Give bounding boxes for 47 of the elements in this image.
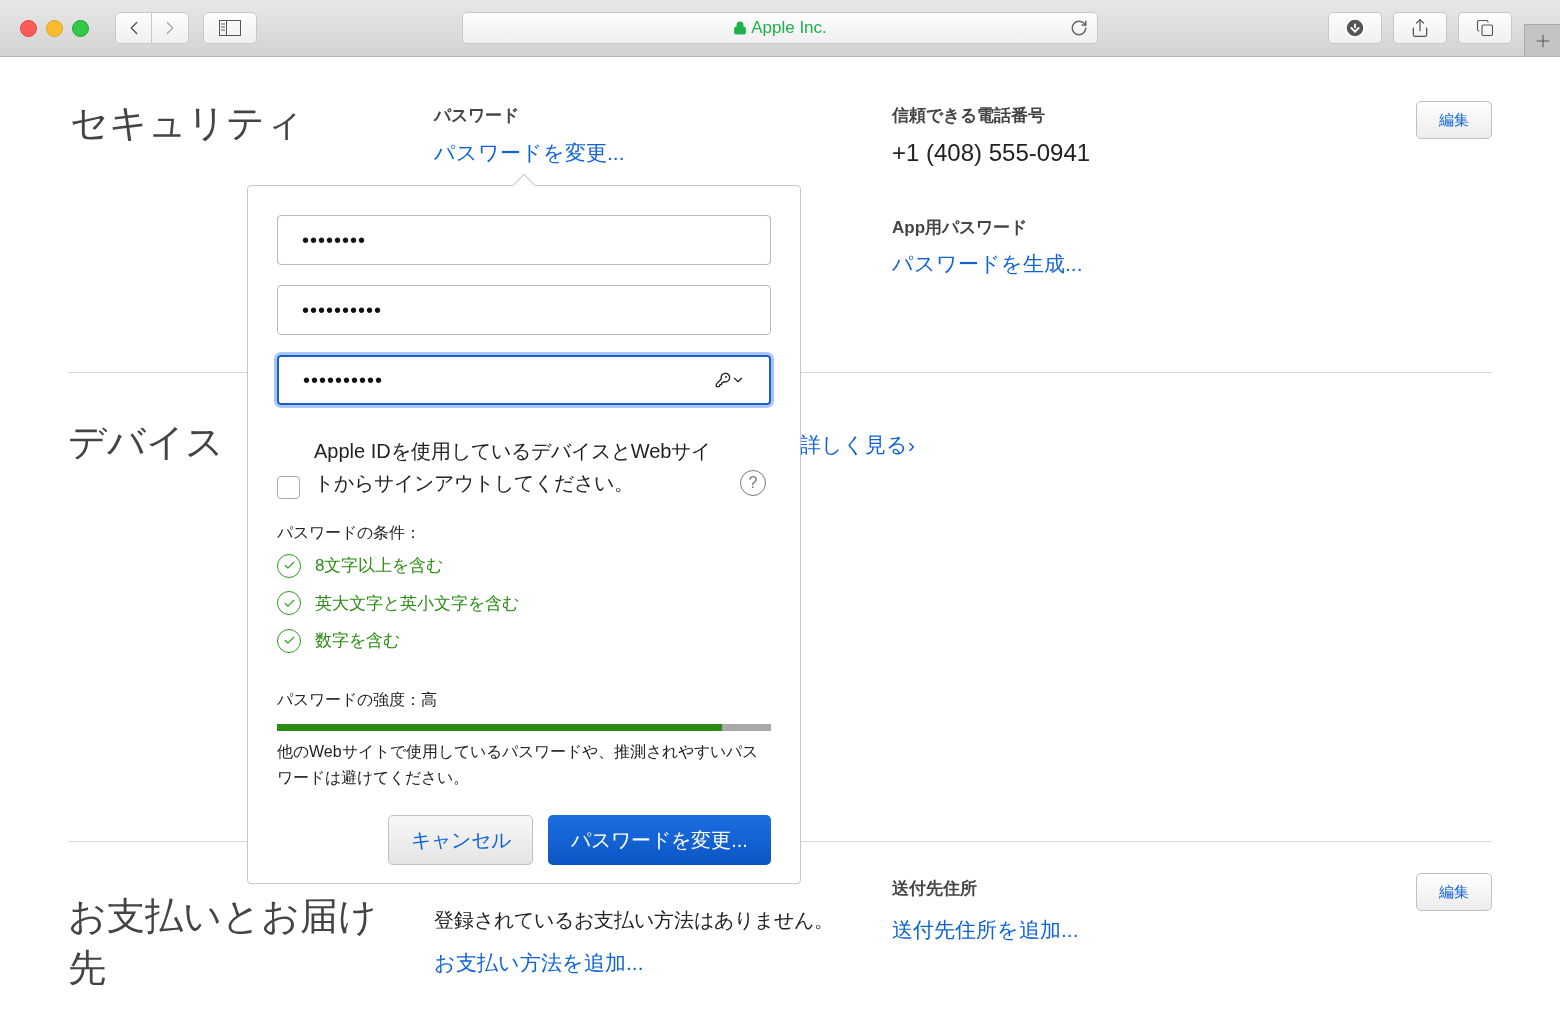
share-button[interactable] — [1393, 12, 1447, 44]
minimize-window-button[interactable] — [46, 19, 63, 37]
tabs-icon — [1476, 19, 1494, 37]
change-password-link[interactable]: パスワードを変更... — [434, 136, 625, 168]
share-icon — [1410, 18, 1430, 38]
requirement-text: 英大文字と英小文字を含む — [315, 592, 519, 615]
section-heading: お支払いとお届け先 — [68, 894, 378, 991]
key-icon[interactable] — [715, 372, 745, 388]
field-label: App用パスワード — [892, 216, 1029, 239]
password-field[interactable]: •••••••••• — [277, 285, 771, 335]
section-heading: デバイス — [68, 420, 224, 465]
advice-text: 他のWebサイトで使用しているパスワードや、推測されやすいパスワードは避けてください。 — [277, 741, 759, 788]
section-heading: セキュリティ — [69, 101, 304, 146]
change-password-button[interactable]: パスワードを変更... — [548, 814, 771, 865]
new-tab-button[interactable] — [1524, 24, 1560, 56]
phone-number: +1 (408) 555-0941 — [892, 137, 1092, 168]
add-payment-link[interactable]: お支払い方法を追加... — [434, 947, 644, 979]
back-button[interactable] — [115, 12, 152, 44]
field-label: 信頼できる電話番号 — [892, 105, 1046, 127]
page-address: Apple Inc. — [751, 17, 827, 40]
forward-button[interactable] — [152, 12, 189, 44]
tabs-button[interactable] — [1458, 12, 1512, 44]
edit-button[interactable]: 編集 — [1416, 873, 1492, 911]
sidebar-button[interactable] — [203, 12, 257, 44]
edit-button[interactable]: 編集 — [1416, 101, 1492, 139]
signout-label: Apple IDを使用しているデバイスとWebサイトからサインアウトしてください。 — [314, 439, 713, 496]
field-label: 送付先住所 — [892, 878, 978, 900]
requirement-text: 数字を含む — [315, 630, 400, 652]
close-window-button[interactable] — [20, 19, 37, 37]
add-address-link[interactable]: 送付先住所を追加... — [892, 913, 1079, 945]
strength-label: パスワードの強度：高 — [277, 689, 438, 710]
password-field[interactable]: •••••••••• — [277, 355, 771, 405]
reload-icon[interactable] — [1070, 19, 1088, 37]
requirement-text: 8文字以上を含む — [315, 555, 444, 577]
sidebar-icon — [219, 20, 241, 36]
learn-more-link[interactable]: 詳しく見る› — [800, 429, 915, 461]
generate-password-link[interactable]: パスワードを生成... — [892, 248, 1083, 280]
requirements-title: パスワードの条件： — [277, 523, 422, 543]
zoom-window-button[interactable] — [72, 19, 89, 37]
downloads-button[interactable] — [1328, 12, 1382, 44]
payment-message: 登録されているお支払い方法はありません。 — [434, 908, 835, 933]
field-label: パスワード — [434, 105, 520, 127]
lock-icon — [733, 21, 748, 35]
cancel-button[interactable]: キャンセル — [388, 814, 533, 865]
checkbox[interactable] — [277, 476, 300, 499]
download-icon — [1344, 17, 1366, 39]
password-field[interactable]: •••••••• — [277, 215, 771, 265]
